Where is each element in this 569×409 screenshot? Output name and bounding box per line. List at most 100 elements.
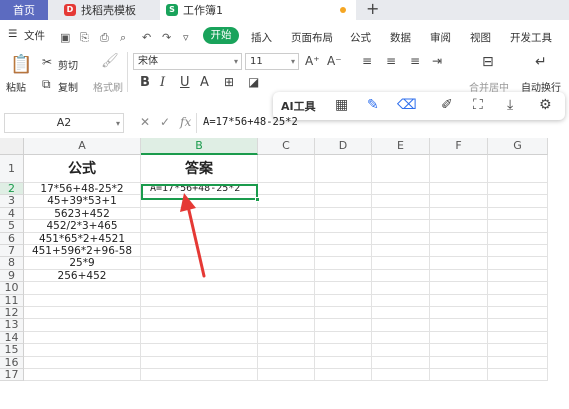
copy-icon[interactable]: ⧉ bbox=[42, 77, 51, 92]
cell-d8[interactable] bbox=[315, 257, 372, 270]
menu-formulas[interactable]: 公式 bbox=[350, 30, 371, 45]
print-icon[interactable]: ⎙ bbox=[100, 31, 109, 45]
cell-a8[interactable]: 25*9 bbox=[24, 257, 141, 270]
cell-b14[interactable] bbox=[141, 331, 258, 345]
cell-c9[interactable] bbox=[258, 269, 315, 283]
italic-icon[interactable]: I bbox=[160, 75, 165, 90]
cell-d15[interactable] bbox=[315, 344, 372, 357]
row-header-5[interactable]: 5 bbox=[0, 219, 24, 233]
cell-c1[interactable] bbox=[258, 155, 315, 183]
cell-b7[interactable] bbox=[141, 245, 258, 258]
cell-a6[interactable]: 451*65*2+4521 bbox=[24, 232, 141, 245]
cell-d3[interactable] bbox=[315, 195, 372, 208]
bold-icon[interactable]: B bbox=[140, 75, 150, 90]
tab-templates[interactable]: D 找稻壳模板 bbox=[58, 0, 158, 20]
cell-f16[interactable] bbox=[430, 356, 488, 369]
cell-g5[interactable] bbox=[488, 220, 548, 233]
cell-f17[interactable] bbox=[430, 369, 488, 382]
cell-a4[interactable]: 5623+452 bbox=[24, 207, 141, 221]
cell-a3[interactable]: 45+39*53+1 bbox=[24, 195, 141, 208]
cell-a5[interactable]: 452/2*3+465 bbox=[24, 220, 141, 233]
wrap-text-icon[interactable]: ↵ bbox=[535, 54, 547, 70]
align-middle-icon[interactable]: ≡ bbox=[386, 54, 396, 68]
cell-c11[interactable] bbox=[258, 294, 315, 307]
cell-a10[interactable] bbox=[24, 282, 141, 295]
new-tab-plus-icon[interactable]: + bbox=[366, 0, 379, 20]
cell-e6[interactable] bbox=[372, 232, 430, 245]
cell-b17[interactable] bbox=[141, 369, 258, 382]
cell-e10[interactable] bbox=[372, 282, 430, 295]
cell-d6[interactable] bbox=[315, 232, 372, 245]
column-header-d[interactable]: D bbox=[315, 138, 372, 155]
spreadsheet-grid[interactable]: A B C D E F G 1 公式 答案 2 17*56+48-25*2 A=17*56+48-25*… bbox=[0, 138, 569, 409]
cell-d13[interactable] bbox=[315, 319, 372, 332]
cell-e4[interactable] bbox=[372, 207, 430, 221]
cell-g8[interactable] bbox=[488, 257, 548, 270]
tab-workbook[interactable]: S 工作簿1 bbox=[160, 0, 356, 20]
cell-e3[interactable] bbox=[372, 195, 430, 208]
cell-c7[interactable] bbox=[258, 245, 315, 258]
cell-e15[interactable] bbox=[372, 344, 430, 357]
cell-c3[interactable] bbox=[258, 195, 315, 208]
paste-button[interactable]: 粘贴 bbox=[6, 79, 26, 94]
export-icon[interactable]: ⎘ bbox=[80, 31, 89, 45]
cell-f5[interactable] bbox=[430, 220, 488, 233]
cell-e1[interactable] bbox=[372, 155, 430, 183]
cell-f6[interactable] bbox=[430, 232, 488, 245]
cell-d1[interactable] bbox=[315, 155, 372, 183]
font-name-select[interactable]: 宋体 ▾ bbox=[133, 53, 242, 70]
row-header-1[interactable]: 1 bbox=[0, 155, 24, 183]
cell-e8[interactable] bbox=[372, 257, 430, 270]
cell-d12[interactable] bbox=[315, 307, 372, 320]
cell-a9[interactable]: 256+452 bbox=[24, 269, 141, 283]
cell-e2[interactable] bbox=[372, 183, 430, 196]
cell-g1[interactable] bbox=[488, 155, 548, 183]
cell-g4[interactable] bbox=[488, 207, 548, 221]
cell-g11[interactable] bbox=[488, 294, 548, 307]
cell-d17[interactable] bbox=[315, 369, 372, 382]
quick-access-more-icon[interactable]: ▿ bbox=[183, 31, 189, 44]
font-color-a-icon[interactable]: A bbox=[200, 75, 209, 90]
cell-g2[interactable] bbox=[488, 183, 548, 196]
underline-icon[interactable]: U bbox=[180, 75, 190, 90]
cell-e17[interactable] bbox=[372, 369, 430, 382]
cell-f2[interactable] bbox=[430, 183, 488, 196]
cell-f7[interactable] bbox=[430, 245, 488, 258]
cell-b16[interactable] bbox=[141, 356, 258, 369]
increase-font-icon[interactable]: A⁺ bbox=[305, 54, 320, 68]
cell-e16[interactable] bbox=[372, 356, 430, 369]
cell-b4[interactable] bbox=[141, 207, 258, 221]
cell-f9[interactable] bbox=[430, 269, 488, 283]
tab-home[interactable]: 首页 bbox=[0, 0, 48, 20]
column-header-e[interactable]: E bbox=[372, 138, 430, 155]
cell-a7[interactable]: 451+596*2+96-58 bbox=[24, 245, 141, 258]
cell-e7[interactable] bbox=[372, 245, 430, 258]
cell-b5[interactable] bbox=[141, 220, 258, 233]
cell-f4[interactable] bbox=[430, 207, 488, 221]
cell-c4[interactable] bbox=[258, 207, 315, 221]
fill-color-icon[interactable]: ◪ bbox=[248, 75, 259, 89]
cell-f14[interactable] bbox=[430, 331, 488, 345]
column-header-f[interactable]: F bbox=[430, 138, 488, 155]
preview-icon[interactable]: ⌕ bbox=[120, 31, 126, 45]
column-header-b[interactable]: B bbox=[141, 138, 258, 155]
row-header-13[interactable]: 13 bbox=[0, 318, 24, 332]
cell-d9[interactable] bbox=[315, 269, 372, 283]
row-header-3[interactable]: 3 bbox=[0, 194, 24, 208]
cell-c2[interactable] bbox=[258, 183, 315, 196]
cell-g17[interactable] bbox=[488, 369, 548, 382]
cell-a13[interactable] bbox=[24, 319, 141, 332]
cell-c17[interactable] bbox=[258, 369, 315, 382]
cell-a17[interactable] bbox=[24, 369, 141, 382]
menu-view[interactable]: 视图 bbox=[470, 30, 491, 45]
cell-a1[interactable]: 公式 bbox=[24, 155, 141, 183]
cell-f11[interactable] bbox=[430, 294, 488, 307]
cell-b15[interactable] bbox=[141, 344, 258, 357]
cell-a16[interactable] bbox=[24, 356, 141, 369]
cell-e13[interactable] bbox=[372, 319, 430, 332]
border-icon[interactable]: ⊞ bbox=[224, 75, 234, 89]
row-header-10[interactable]: 10 bbox=[0, 281, 24, 295]
cell-g13[interactable] bbox=[488, 319, 548, 332]
cell-e11[interactable] bbox=[372, 294, 430, 307]
undo-icon[interactable]: ↶ bbox=[142, 31, 151, 44]
